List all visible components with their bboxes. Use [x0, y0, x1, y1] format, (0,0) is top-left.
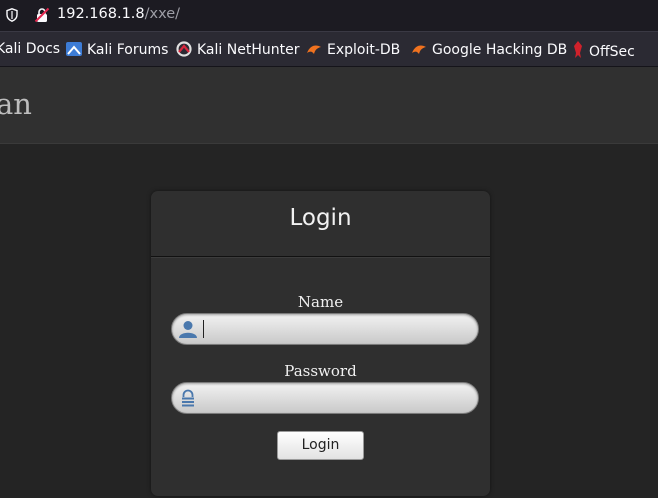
url-path: /xxe/	[144, 6, 181, 22]
bookmark-google-hacking-db[interactable]: Google Hacking DB	[411, 41, 567, 58]
bookmark-label: Kali Forums	[87, 42, 169, 58]
login-button[interactable]: Login	[277, 431, 364, 460]
password-input[interactable]	[202, 387, 468, 409]
login-panel: Login Name Password Login	[151, 191, 490, 496]
name-label: Name	[297, 293, 344, 311]
google-hacking-db-icon	[412, 45, 426, 54]
bookmark-label: Google Hacking DB	[432, 42, 568, 58]
url-host: 192.168.1.8	[57, 6, 145, 22]
site-header: an	[0, 67, 658, 144]
name-input[interactable]	[202, 318, 468, 340]
bookmarks-toolbar: Kali Docs Kali Forums Kali NetHunter Exp…	[0, 32, 658, 67]
url-text[interactable]: 192.168.1.8/xxe/	[57, 6, 180, 22]
name-field[interactable]	[171, 313, 479, 345]
exploit-db-icon	[307, 45, 321, 54]
bookmark-label: Kali Docs	[0, 41, 61, 57]
password-label: Password	[284, 362, 357, 380]
password-field[interactable]	[171, 382, 479, 414]
login-title: Login	[289, 205, 352, 231]
insecure-connection-lock-icon[interactable]	[34, 7, 50, 23]
bookmark-label: OffSec	[589, 44, 635, 60]
offsec-icon	[574, 41, 582, 58]
site-title: an	[0, 87, 32, 121]
bookmark-label: Kali NetHunter	[197, 42, 300, 58]
bookmark-offsec[interactable]: OffSec	[572, 41, 635, 60]
lock-icon	[182, 389, 194, 407]
url-bar[interactable]: 192.168.1.8/xxe/	[0, 0, 658, 32]
login-divider	[151, 256, 490, 257]
user-icon	[179, 321, 197, 338]
bookmark-kali-forums[interactable]: Kali Forums	[66, 41, 168, 58]
bookmark-label: Exploit-DB	[327, 42, 401, 58]
bookmark-exploit-db[interactable]: Exploit-DB	[306, 41, 400, 58]
bookmark-kali-docs[interactable]: Kali Docs	[0, 41, 60, 57]
kali-nethunter-icon	[176, 41, 192, 57]
kali-forums-icon	[66, 42, 82, 56]
tracking-protection-shield-icon[interactable]	[6, 8, 18, 22]
bookmark-kali-nethunter[interactable]: Kali NetHunter	[176, 41, 299, 58]
